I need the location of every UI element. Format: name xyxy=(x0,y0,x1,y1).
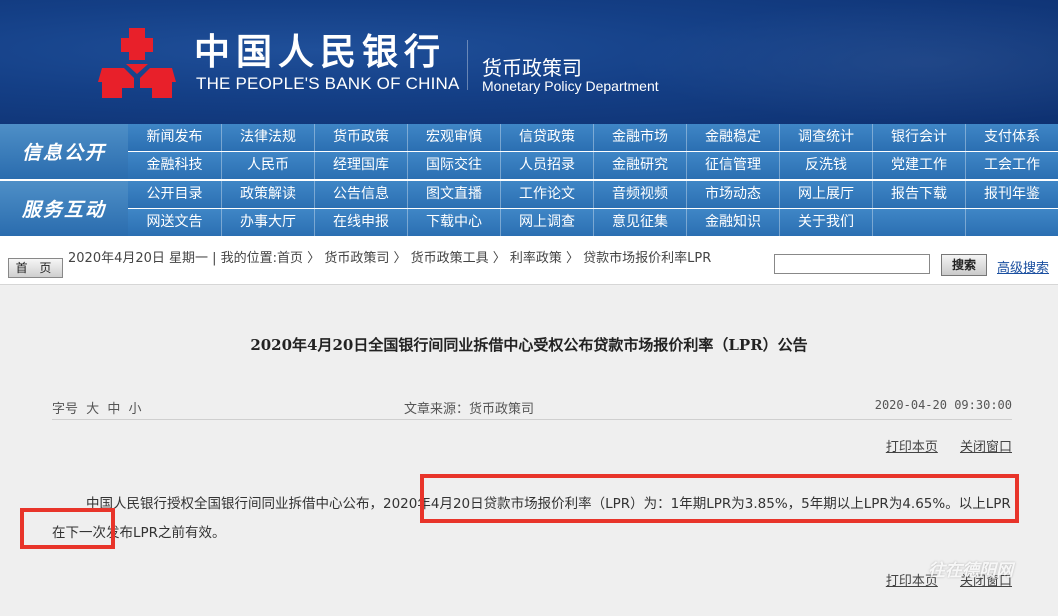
nav-item[interactable]: 人民币 xyxy=(221,152,314,179)
nav-item[interactable]: 金融研究 xyxy=(593,152,686,179)
dept-name-cn: 货币政策司 xyxy=(482,56,582,80)
nav-item[interactable]: 反洗钱 xyxy=(779,152,872,179)
font-size-medium[interactable]: 中 xyxy=(107,402,120,417)
bank-name-cn: 中国人民银行 xyxy=(194,31,447,73)
nav-item[interactable]: 党建工作 xyxy=(872,152,965,179)
nav-item[interactable]: 调查统计 xyxy=(779,124,872,151)
nav-item[interactable]: 公开目录 xyxy=(128,181,221,208)
font-size-label: 字号 xyxy=(52,402,79,417)
breadcrumb-bar: 首 页 2020年4月20日 星期一 | 我的位置:首页 〉 货币政策司 〉 货… xyxy=(0,237,1058,285)
font-size-control: 字号 大 中 小 xyxy=(52,398,141,417)
nav-item[interactable]: 支付体系 xyxy=(965,124,1058,151)
nav-item[interactable]: 关于我们 xyxy=(779,209,872,236)
nav-item[interactable]: 报刊年鉴 xyxy=(965,181,1058,208)
nav-item[interactable]: 信贷政策 xyxy=(500,124,593,151)
nav-section-info[interactable]: 信息公开 xyxy=(0,124,128,179)
breadcrumb-text[interactable]: 2020年4月20日 星期一 | 我的位置:首页 〉 货币政策司 〉 货币政策工… xyxy=(68,251,711,266)
nav-item[interactable]: 国际交往 xyxy=(407,152,500,179)
nav-item[interactable]: 人员招录 xyxy=(500,152,593,179)
home-button[interactable]: 首 页 xyxy=(8,258,63,278)
pboc-emblem-icon xyxy=(98,28,176,98)
nav-item[interactable]: 政策解读 xyxy=(221,181,314,208)
font-size-large[interactable]: 大 xyxy=(86,402,99,417)
search-button[interactable]: 搜索 xyxy=(941,254,987,276)
article-title: 2020年4月20日全国银行间同业拆借中心受权公布贷款市场报价利率（LPR）公告 xyxy=(250,336,808,354)
highlight-box xyxy=(20,508,115,549)
nav-item[interactable]: 市场动态 xyxy=(686,181,779,208)
nav-group-service: 服务互动 公开目录 政策解读 公告信息 图文直播 工作论文 音频视频 市场动态 … xyxy=(0,181,1058,236)
nav-item[interactable]: 新闻发布 xyxy=(128,124,221,151)
breadcrumb: 2020年4月20日 星期一 | 我的位置:首页 〉 货币政策司 〉 货币政策工… xyxy=(68,250,768,268)
banner-pattern xyxy=(620,0,1058,124)
nav-item[interactable]: 在线申报 xyxy=(314,209,407,236)
article-source: 文章来源：货币政策司 xyxy=(404,402,535,417)
nav-item[interactable]: 网送文告 xyxy=(128,209,221,236)
dept-name-en: Monetary Policy Department xyxy=(482,78,659,94)
nav-item[interactable]: 经理国库 xyxy=(314,152,407,179)
nav-item[interactable]: 公告信息 xyxy=(314,181,407,208)
nav-item[interactable]: 网上展厅 xyxy=(779,181,872,208)
nav-item[interactable]: 货币政策 xyxy=(314,124,407,151)
divider xyxy=(467,40,468,90)
nav-row: 网送文告 办事大厅 在线申报 下载中心 网上调查 意见征集 金融知识 关于我们 xyxy=(128,209,1058,236)
nav-item[interactable]: 报告下载 xyxy=(872,181,965,208)
font-size-small[interactable]: 小 xyxy=(128,402,141,417)
nav-group-info: 信息公开 新闻发布 法律法规 货币政策 宏观审慎 信贷政策 金融市场 金融稳定 … xyxy=(0,124,1058,179)
nav-item[interactable]: 金融稳定 xyxy=(686,124,779,151)
nav-item[interactable]: 银行会计 xyxy=(872,124,965,151)
highlight-box xyxy=(420,474,1019,523)
nav-item[interactable]: 宏观审慎 xyxy=(407,124,500,151)
nav-section-service[interactable]: 服务互动 xyxy=(0,181,128,236)
nav-item xyxy=(965,209,1058,236)
print-links-top: 打印本页 关闭窗口 xyxy=(868,436,1012,455)
nav-item[interactable]: 网上调查 xyxy=(500,209,593,236)
nav-item[interactable]: 征信管理 xyxy=(686,152,779,179)
article-time: 2020-04-20 09:30:00 xyxy=(874,398,1012,412)
nav-row: 公开目录 政策解读 公告信息 图文直播 工作论文 音频视频 市场动态 网上展厅 … xyxy=(128,181,1058,208)
nav-row: 金融科技 人民币 经理国库 国际交往 人员招录 金融研究 征信管理 反洗钱 党建… xyxy=(128,152,1058,179)
nav-item[interactable]: 金融知识 xyxy=(686,209,779,236)
nav-item xyxy=(872,209,965,236)
article-meta: 字号 大 中 小 文章来源：货币政策司 2020-04-20 09:30:00 xyxy=(52,396,1012,420)
nav-item[interactable]: 音频视频 xyxy=(593,181,686,208)
watermark: 往在德阳网 xyxy=(928,561,1013,581)
print-link[interactable]: 打印本页 xyxy=(886,440,938,455)
main-nav: 信息公开 新闻发布 法律法规 货币政策 宏观审慎 信贷政策 金融市场 金融稳定 … xyxy=(0,124,1058,237)
article: 2020年4月20日全国银行间同业拆借中心受权公布贷款市场报价利率（LPR）公告… xyxy=(0,286,1058,616)
bank-name-en: THE PEOPLE'S BANK OF CHINA xyxy=(196,74,460,93)
nav-item[interactable]: 图文直播 xyxy=(407,181,500,208)
nav-item[interactable]: 办事大厅 xyxy=(221,209,314,236)
nav-item[interactable]: 金融市场 xyxy=(593,124,686,151)
advanced-search-link[interactable]: 高级搜索 xyxy=(997,257,1049,276)
nav-item[interactable]: 下载中心 xyxy=(407,209,500,236)
nav-item[interactable]: 工作论文 xyxy=(500,181,593,208)
nav-item[interactable]: 工会工作 xyxy=(965,152,1058,179)
nav-item[interactable]: 法律法规 xyxy=(221,124,314,151)
nav-row: 新闻发布 法律法规 货币政策 宏观审慎 信贷政策 金融市场 金融稳定 调查统计 … xyxy=(128,124,1058,151)
nav-item[interactable]: 意见征集 xyxy=(593,209,686,236)
close-window-link[interactable]: 关闭窗口 xyxy=(960,440,1012,455)
header-banner: 中国人民银行 THE PEOPLE'S BANK OF CHINA 货币政策司 … xyxy=(0,0,1058,124)
search-input[interactable] xyxy=(774,254,930,274)
nav-item[interactable]: 金融科技 xyxy=(128,152,221,179)
